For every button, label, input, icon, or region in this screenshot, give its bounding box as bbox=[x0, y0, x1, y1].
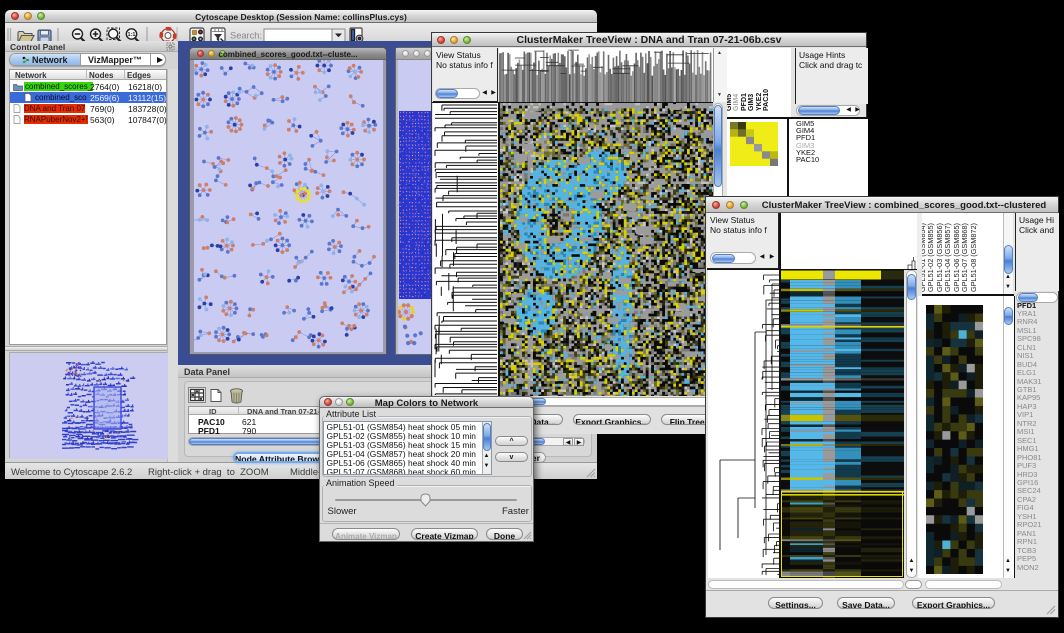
svg-text:Search:: Search: bbox=[230, 31, 262, 41]
svg-text:1:1: 1:1 bbox=[128, 32, 136, 38]
